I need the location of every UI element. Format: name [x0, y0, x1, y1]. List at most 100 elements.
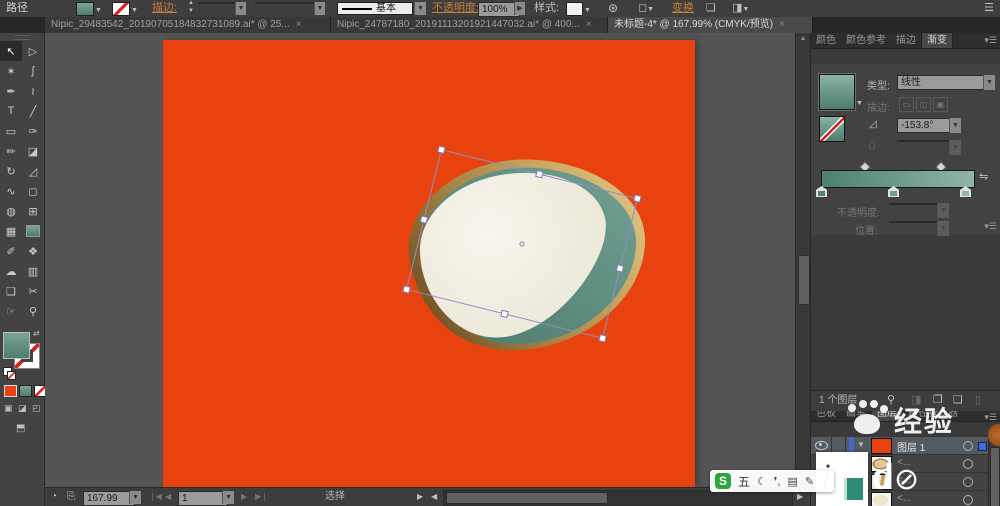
ime-halfwidth-icon[interactable]: ☾	[757, 475, 767, 488]
panel-tab[interactable]: 颜色参考	[841, 33, 891, 48]
shape-builder-tool[interactable]: ◍	[0, 201, 22, 221]
stop-opacity-field[interactable]	[889, 203, 943, 205]
variable-width-field[interactable]	[255, 2, 321, 4]
eyedropper-tool[interactable]: ✐	[0, 241, 22, 261]
slice-tool[interactable]: ✂	[22, 281, 44, 301]
scroll-up-icon[interactable]: ▲	[796, 35, 810, 42]
hscroll-left-icon[interactable]: ◀	[431, 488, 437, 506]
ime-toolbar[interactable]: S 五 ☾ ❜, ▤ ✎	[710, 470, 834, 492]
ime-logo[interactable]: S	[715, 473, 731, 489]
panel-tab[interactable]: 渐变	[921, 32, 953, 48]
isolate-selection-icon[interactable]: ❏	[706, 0, 716, 16]
next-artboard-icon[interactable]: ▶	[241, 488, 247, 506]
status-icon-1[interactable]: ◔	[51, 488, 57, 506]
gradient-fill-swatch[interactable]	[819, 74, 855, 110]
stroke-gradient-across-icon[interactable]: ▣	[933, 97, 948, 112]
aspect-ratio-field[interactable]	[897, 140, 955, 142]
visibility-toggle[interactable]	[811, 437, 832, 453]
aspect-ratio-dropdown-icon[interactable]: ▼	[949, 140, 961, 155]
line-segment-tool[interactable]: ╱	[22, 101, 44, 121]
vertical-scrollbar[interactable]: ▲ ▼	[795, 33, 810, 487]
variable-width-dropdown[interactable]: ▼	[314, 2, 325, 15]
pen-tool[interactable]: ✒	[0, 81, 22, 101]
target-circle[interactable]	[963, 495, 973, 505]
layers-scrollbar[interactable]: ▲ ▼	[988, 437, 1000, 506]
ime-keyboard-icon[interactable]: ▤	[788, 475, 798, 488]
tab-close-icon[interactable]: ×	[586, 17, 592, 33]
stroke-weight-dropdown[interactable]: ▼	[235, 2, 246, 15]
gradient-button[interactable]	[19, 385, 32, 397]
layer-thumbnail[interactable]	[871, 438, 892, 454]
artboard-number-field[interactable]: 1	[178, 491, 228, 506]
scale-tool[interactable]: ◿	[22, 161, 44, 181]
reverse-gradient-icon[interactable]: ⇋	[979, 170, 988, 183]
zoom-level-field[interactable]: 167.99	[83, 491, 135, 506]
gradient-stroke-swatch[interactable]	[819, 116, 845, 142]
layer-name[interactable]: <...	[897, 493, 911, 504]
fill-indicator[interactable]	[3, 332, 30, 359]
color-button[interactable]	[4, 385, 17, 397]
gradient-slider-bar[interactable]	[821, 170, 975, 188]
arrange-icon[interactable]: ◨▼	[732, 0, 749, 18]
transform-link[interactable]: 变换	[672, 0, 694, 16]
gradient-angle-dropdown-icon[interactable]: ▼	[949, 118, 961, 133]
mesh-tool[interactable]: ▦	[0, 221, 22, 241]
stroke-color-swatch[interactable]	[112, 2, 130, 16]
gradient-tool[interactable]	[22, 221, 44, 241]
draw-normal-mode-icon[interactable]: ▣	[4, 403, 13, 414]
screen-mode-icon[interactable]: ⬒	[16, 423, 25, 434]
brush-dropdown[interactable]: ▼	[414, 2, 426, 15]
zoom-dropdown-icon[interactable]: ▼	[129, 491, 141, 504]
gradient-angle-value[interactable]: -153.8°	[897, 118, 955, 133]
gradient-type-value[interactable]: 线性	[897, 75, 989, 90]
draw-behind-mode-icon[interactable]: ◪	[18, 403, 27, 414]
toolbar-grip[interactable]	[14, 35, 30, 40]
layer-name[interactable]: <...	[897, 457, 911, 468]
make-clipping-mask-icon[interactable]: ◨	[911, 391, 921, 410]
stroke-gradient-within-icon[interactable]: ▭	[899, 97, 914, 112]
horizontal-scroll-thumb[interactable]	[446, 492, 608, 504]
layers-panel-menu-icon[interactable]: ▾☰	[984, 221, 997, 232]
vertical-scroll-thumb[interactable]	[798, 255, 810, 305]
direct-selection-tool[interactable]: ▷	[22, 41, 44, 61]
ime-punctuation-icon[interactable]: ❜,	[774, 475, 781, 488]
width-tool[interactable]: ∿	[0, 181, 22, 201]
paintbrush-tool[interactable]: ✑	[22, 121, 44, 141]
draw-inside-mode-icon[interactable]: ◰	[32, 403, 41, 414]
target-circle[interactable]	[963, 477, 973, 487]
brush-definition-field[interactable]: 基本	[337, 2, 413, 15]
ime-mode-label[interactable]: 五	[738, 473, 750, 490]
magic-wand-tool[interactable]: ✶	[0, 61, 22, 81]
ime-settings-icon[interactable]: ✎	[805, 475, 814, 488]
free-transform-tool[interactable]: ◻	[22, 181, 44, 201]
tab-close-icon[interactable]: ×	[779, 17, 785, 33]
locate-object-icon[interactable]: ⚲	[887, 391, 895, 410]
layer-thumbnail[interactable]	[871, 474, 892, 490]
transparency-panel-menu-icon[interactable]: ▾☰	[984, 412, 997, 423]
layer-name[interactable]: 图层 1	[897, 439, 925, 454]
document-tab[interactable]: Nipic_24787180_20191113201921447032.ai* …	[331, 17, 608, 33]
panel-menu-icon[interactable]: ☰	[984, 0, 994, 16]
rectangle-tool[interactable]: ▭	[0, 121, 22, 141]
horizontal-scrollbar[interactable]	[443, 490, 793, 506]
lasso-tool[interactable]: ʃ	[22, 61, 44, 81]
stroke-gradient-along-icon[interactable]: ◫	[916, 97, 931, 112]
curvature-tool[interactable]: ≀	[22, 81, 44, 101]
expand-toggle-icon[interactable]: ▼	[857, 440, 865, 449]
stroke-weight-label[interactable]: 描边:	[152, 0, 177, 16]
gradient-type-dropdown-icon[interactable]: ▼	[983, 75, 995, 90]
canvas-area[interactable]	[45, 33, 795, 487]
style-swatch[interactable]	[566, 2, 583, 16]
layer-thumbnail[interactable]	[871, 456, 892, 472]
lock-toggle[interactable]	[831, 437, 846, 453]
zoom-tool[interactable]: ⚲	[22, 301, 44, 321]
document-tab[interactable]: 未标题-4* @ 167.99% (CMYK/预览) ×	[608, 17, 813, 33]
stroke-stepper[interactable]: ▲▼	[188, 0, 194, 15]
layer-thumbnail[interactable]	[871, 492, 892, 506]
opacity-label[interactable]: 不透明度:	[432, 0, 479, 16]
column-graph-tool[interactable]: ▥	[22, 261, 44, 281]
prev-artboard-icon[interactable]: ◀	[165, 488, 171, 506]
target-circle[interactable]	[963, 441, 973, 451]
pencil-tool[interactable]: ✏	[0, 141, 22, 161]
stop-location-field[interactable]	[889, 221, 943, 223]
